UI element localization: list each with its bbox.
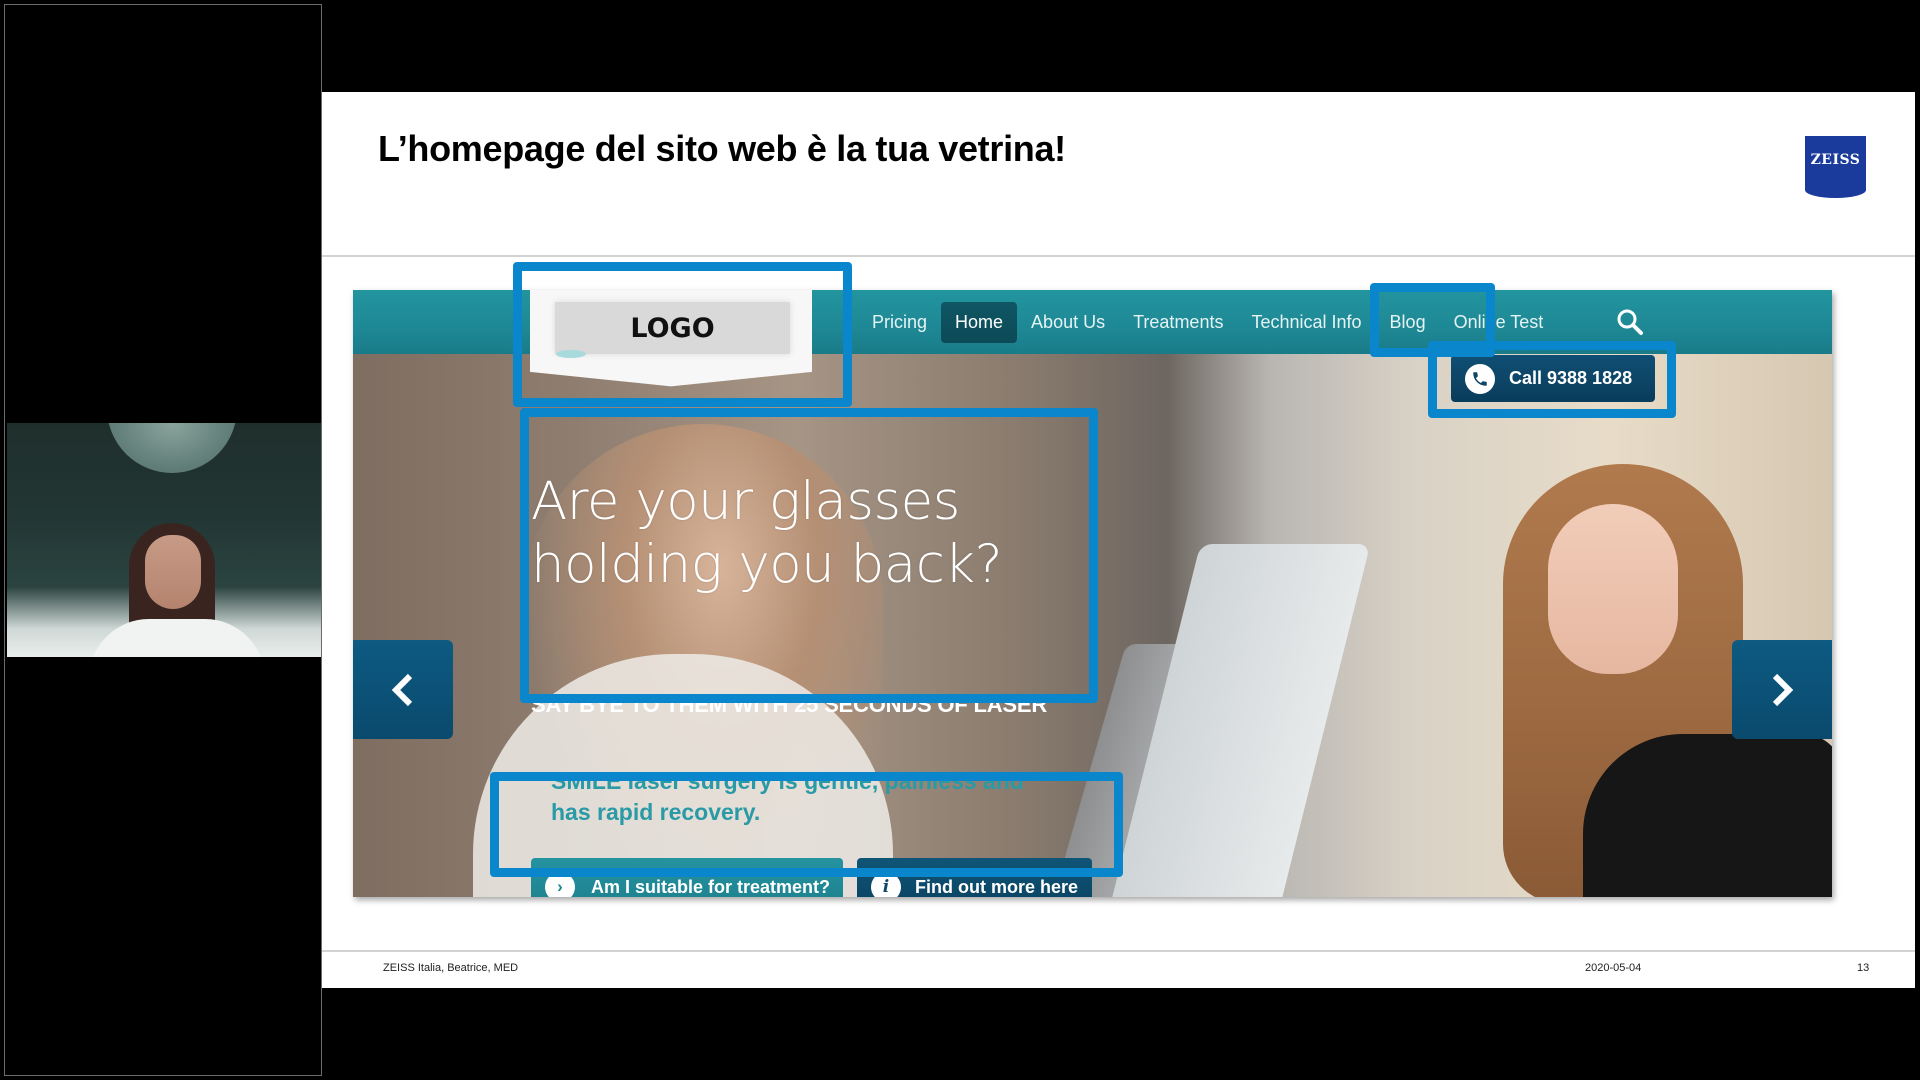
nav-item-technical-info[interactable]: Technical Info xyxy=(1237,302,1375,343)
title-divider xyxy=(322,255,1915,257)
cta-secondary-label: Find out more here xyxy=(915,876,1079,897)
nav-item-treatments[interactable]: Treatments xyxy=(1119,302,1237,343)
background-artwork xyxy=(107,423,237,473)
presenter-body xyxy=(89,619,265,657)
nav-item-home[interactable]: Home xyxy=(941,301,1018,343)
suitable-for-treatment-button[interactable]: › Am I suitable for treatment? xyxy=(531,858,843,897)
nav-item-online-test[interactable]: Online Test xyxy=(1440,302,1558,343)
call-button-label: Call 9388 1828 xyxy=(1509,368,1633,388)
footer-author: ZEISS Italia, Beatrice, MED xyxy=(383,962,519,974)
footer-date: 2020-05-04 xyxy=(1585,962,1642,974)
site-logo-placeholder[interactable]: LOGO xyxy=(555,302,790,354)
nav-item-about-us[interactable]: About Us xyxy=(1017,302,1119,343)
participant-panel xyxy=(4,4,322,1076)
nav-item-pricing[interactable]: Pricing xyxy=(858,302,941,343)
call-phone-button[interactable]: Call 9388 1828 xyxy=(1451,355,1655,402)
hero-photo-polka-dot-top xyxy=(1583,734,1832,897)
hero-headline: Are your glasses holding you back? xyxy=(531,471,1003,595)
carousel-prev-button[interactable] xyxy=(353,640,453,739)
slide-title: L’homepage del sito web è la tua vetrina… xyxy=(378,128,1066,169)
phone-icon xyxy=(1465,363,1495,394)
nav-item-blog[interactable]: Blog xyxy=(1376,302,1440,343)
zeiss-logo: ZEISS xyxy=(1805,136,1866,198)
hero-subheadline: SAY BYE TO THEM WITH 25 SECONDS OF LASER xyxy=(531,692,1048,717)
presentation-slide: L’homepage del sito web è la tua vetrina… xyxy=(322,92,1915,988)
search-icon[interactable] xyxy=(1616,308,1644,336)
cta-primary-label: Am I suitable for treatment? xyxy=(591,876,831,897)
info-icon: i xyxy=(871,872,901,897)
hero-description: SMILE laser surgery is gentle, painless … xyxy=(551,768,1024,825)
logo-drop-decoration xyxy=(556,350,586,358)
find-out-more-button[interactable]: i Find out more here xyxy=(857,858,1092,897)
presenter-face xyxy=(145,535,201,609)
hero-photo-woman-smiling-face xyxy=(1548,504,1678,674)
carousel-next-button[interactable] xyxy=(1732,640,1832,739)
chevron-right-circle-icon: › xyxy=(545,872,575,897)
nav-menu: Pricing Home About Us Treatments Technic… xyxy=(858,290,1557,354)
hero-banner: Are your glasses holding you back? SAY B… xyxy=(353,354,1832,897)
chevron-left-icon xyxy=(391,673,413,706)
presenter-video[interactable] xyxy=(7,423,321,657)
website-mockup: Are your glasses holding you back? SAY B… xyxy=(353,290,1832,897)
footer-divider xyxy=(322,950,1915,952)
footer-page-number: 13 xyxy=(1857,962,1870,974)
chevron-right-icon xyxy=(1772,673,1794,706)
